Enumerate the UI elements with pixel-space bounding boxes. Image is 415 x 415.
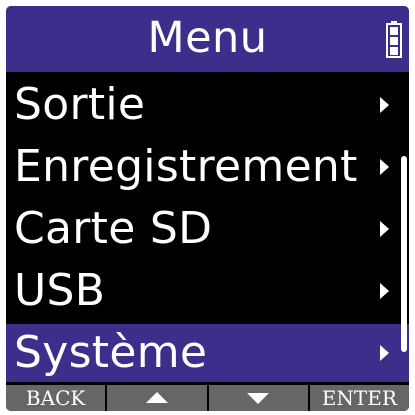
back-button[interactable]: BACK bbox=[6, 385, 106, 411]
scrollbar[interactable] bbox=[401, 156, 407, 352]
menu-item-carte-sd[interactable]: Carte SD bbox=[6, 200, 409, 258]
battery-full-icon bbox=[386, 21, 402, 58]
page-title: Menu bbox=[147, 13, 268, 63]
chevron-right-icon bbox=[380, 97, 389, 113]
menu-item-label: Sortie bbox=[14, 79, 146, 130]
menu-item-label: Enregistrement bbox=[14, 141, 358, 192]
menu-item-label: USB bbox=[14, 265, 106, 316]
device-screen: Menu Sortie Enregistrement Carte SD USB … bbox=[6, 6, 409, 411]
chevron-right-icon bbox=[380, 221, 389, 237]
softkey-bar: BACK ENTER bbox=[6, 385, 409, 411]
chevron-right-icon bbox=[380, 345, 389, 361]
menu-item-systeme[interactable]: Système bbox=[6, 324, 409, 382]
menu-item-label: Système bbox=[14, 327, 208, 378]
down-button[interactable] bbox=[208, 385, 308, 411]
menu-item-sortie[interactable]: Sortie bbox=[6, 76, 409, 134]
menu-item-enregistrement[interactable]: Enregistrement bbox=[6, 138, 409, 196]
down-arrow-icon bbox=[247, 393, 270, 404]
menu-item-label: Carte SD bbox=[14, 203, 213, 254]
menu-item-usb[interactable]: USB bbox=[6, 262, 409, 320]
enter-button[interactable]: ENTER bbox=[309, 385, 409, 411]
chevron-right-icon bbox=[380, 159, 389, 175]
chevron-right-icon bbox=[380, 283, 389, 299]
up-arrow-icon bbox=[145, 392, 168, 403]
menu-header: Menu bbox=[6, 6, 409, 72]
up-button[interactable] bbox=[107, 385, 207, 411]
